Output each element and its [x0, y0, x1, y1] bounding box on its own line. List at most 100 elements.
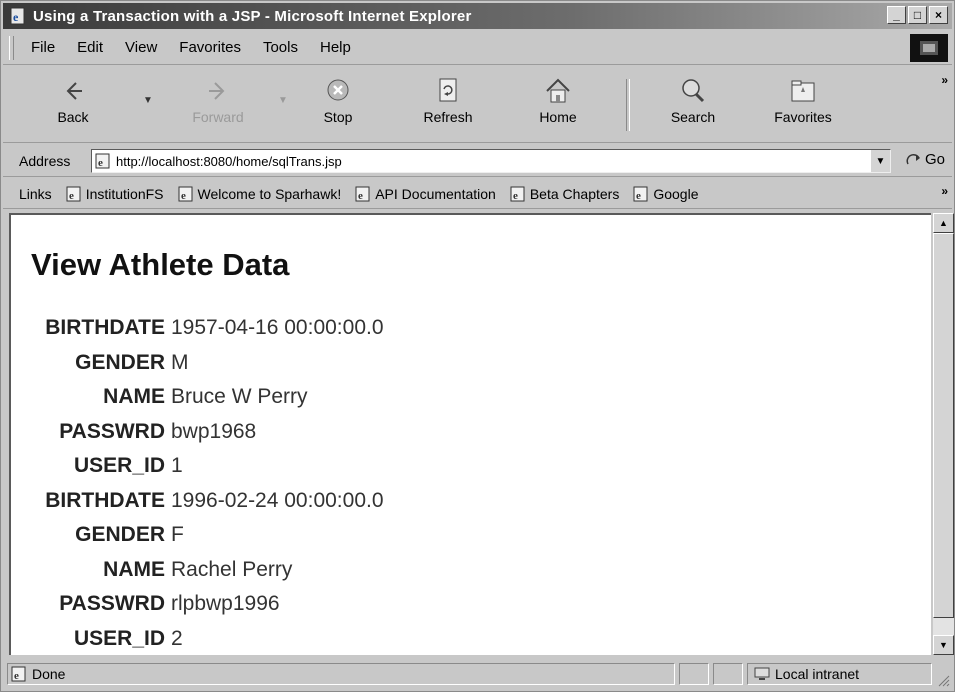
menu-view[interactable]: View [114, 39, 168, 56]
field-name: BIRTHDATE [45, 316, 165, 340]
field-name: GENDER [75, 350, 165, 374]
record-row: GENDER M [29, 346, 384, 381]
home-label: Home [539, 109, 577, 125]
toolbar-separator [626, 79, 630, 131]
svg-text:e: e [69, 190, 74, 202]
field-name: NAME [103, 385, 165, 409]
status-text: Done [32, 666, 66, 682]
address-dropdown-button[interactable]: ▼ [870, 150, 890, 172]
refresh-button[interactable]: Refresh [408, 77, 488, 135]
maximize-button[interactable]: □ [908, 6, 927, 24]
link-label: Welcome to Sparhawk! [197, 185, 342, 202]
search-button[interactable]: Search [653, 77, 733, 135]
window-title: Using a Transaction with a JSP - Microso… [33, 7, 472, 25]
links-label: Links [19, 185, 52, 202]
close-button[interactable]: × [929, 6, 948, 24]
svg-text:e: e [98, 157, 103, 169]
back-arrow-icon [66, 82, 82, 100]
field-name: NAME [103, 557, 165, 581]
menu-bar: File Edit View Favorites Tools Help [3, 31, 952, 65]
link-institutionfs[interactable]: e InstitutionFS [66, 186, 164, 202]
ie-page-icon: e [11, 666, 26, 682]
status-text-panel: e Done [7, 663, 675, 685]
ie-page-icon: e [178, 186, 193, 202]
field-name: BIRTHDATE [45, 488, 165, 512]
status-cell-empty [713, 663, 743, 685]
field-value: bwp1968 [171, 419, 257, 443]
intranet-zone-icon [754, 667, 770, 680]
ie-page-icon: e [66, 186, 81, 202]
ie-page-icon: e [10, 7, 25, 25]
svg-text:e: e [13, 10, 19, 24]
stop-button[interactable]: Stop [308, 77, 368, 135]
go-label: Go [925, 151, 946, 168]
field-name: GENDER [75, 523, 165, 547]
menu-grip [9, 35, 14, 60]
favorites-icon [791, 80, 815, 102]
forward-arrow-icon [209, 82, 225, 100]
record-row: PASSWRD bwp1968 [29, 415, 384, 450]
resize-grip-icon[interactable] [936, 673, 950, 687]
go-arrow-icon [906, 153, 920, 164]
forward-dropdown-arrow[interactable]: ▼ [278, 95, 288, 106]
menu-favorites[interactable]: Favorites [168, 39, 252, 56]
security-zone-panel: Local intranet [747, 663, 932, 685]
record-row: NAME Bruce W Perry [29, 380, 384, 415]
forward-label: Forward [192, 109, 244, 125]
svg-text:e: e [636, 190, 641, 202]
zone-label: Local intranet [775, 666, 860, 682]
svg-text:e: e [358, 190, 363, 202]
record-row: NAME Rachel Perry [29, 553, 384, 588]
scroll-up-button[interactable]: ▲ [933, 213, 954, 233]
standard-toolbar: Back ▼ Forward ▼ Stop Refresh Home Searc… [3, 67, 952, 143]
field-value: 2 [171, 626, 183, 650]
field-name: PASSWRD [59, 419, 165, 443]
record-row: USER_ID 2 [29, 622, 384, 656]
forward-button[interactable]: Forward [178, 77, 258, 135]
record-row: PASSWRD rlpbwp1996 [29, 587, 384, 622]
ie-logo-icon [910, 34, 948, 62]
ie-page-icon: e [510, 186, 525, 202]
link-google[interactable]: e Google [633, 185, 699, 202]
menu-help[interactable]: Help [309, 39, 362, 56]
minimize-button[interactable]: _ [887, 6, 906, 24]
back-label: Back [57, 109, 89, 125]
status-bar: e Done Local intranet [3, 659, 952, 689]
title-bar: e Using a Transaction with a JSP - Micro… [3, 3, 952, 29]
address-field[interactable]: e http://localhost:8080/home/sqlTrans.js… [91, 149, 891, 173]
link-api-documentation[interactable]: e API Documentation [355, 186, 496, 202]
favorites-label: Favorites [774, 109, 832, 125]
field-value: F [171, 523, 184, 547]
record-row: BIRTHDATE 1957-04-16 00:00:00.0 [29, 311, 383, 346]
go-button[interactable]: Go [906, 151, 945, 168]
field-value: 1 [171, 454, 183, 478]
svg-text:e: e [181, 190, 186, 202]
search-label: Search [670, 109, 716, 125]
menu-tools[interactable]: Tools [252, 39, 309, 56]
link-label: Google [653, 185, 699, 202]
back-button[interactable]: Back [43, 77, 103, 135]
links-bar: Links e InstitutionFS e Welcome to Sparh… [3, 179, 952, 209]
scroll-thumb[interactable] [933, 233, 954, 618]
menu-edit[interactable]: Edit [66, 39, 114, 56]
refresh-label: Refresh [423, 109, 473, 125]
ie-page-icon: e [355, 186, 370, 202]
link-beta-chapters[interactable]: e Beta Chapters [510, 186, 619, 202]
home-icon [546, 78, 570, 103]
athlete-records: BIRTHDATE 1957-04-16 00:00:00.0 GENDER M… [29, 311, 384, 656]
link-welcome-sparhawk[interactable]: e Welcome to Sparhawk! [178, 185, 342, 202]
address-url[interactable]: http://localhost:8080/home/sqlTrans.jsp [116, 154, 342, 169]
home-button[interactable]: Home [528, 77, 588, 135]
ie-page-icon: e [633, 186, 648, 202]
svg-text:e: e [513, 190, 518, 202]
vertical-scrollbar[interactable]: ▲ ▼ [933, 213, 954, 655]
back-dropdown-arrow[interactable]: ▼ [143, 95, 153, 106]
toolbar-overflow-chevron[interactable]: » [941, 73, 948, 87]
menu-file[interactable]: File [20, 39, 66, 56]
browser-window: e Using a Transaction with a JSP - Micro… [0, 0, 955, 692]
stop-label: Stop [323, 109, 353, 125]
field-name: USER_ID [73, 626, 165, 650]
scroll-down-button[interactable]: ▼ [933, 635, 954, 655]
favorites-button[interactable]: Favorites [758, 77, 848, 135]
links-overflow-chevron[interactable]: » [941, 184, 948, 198]
